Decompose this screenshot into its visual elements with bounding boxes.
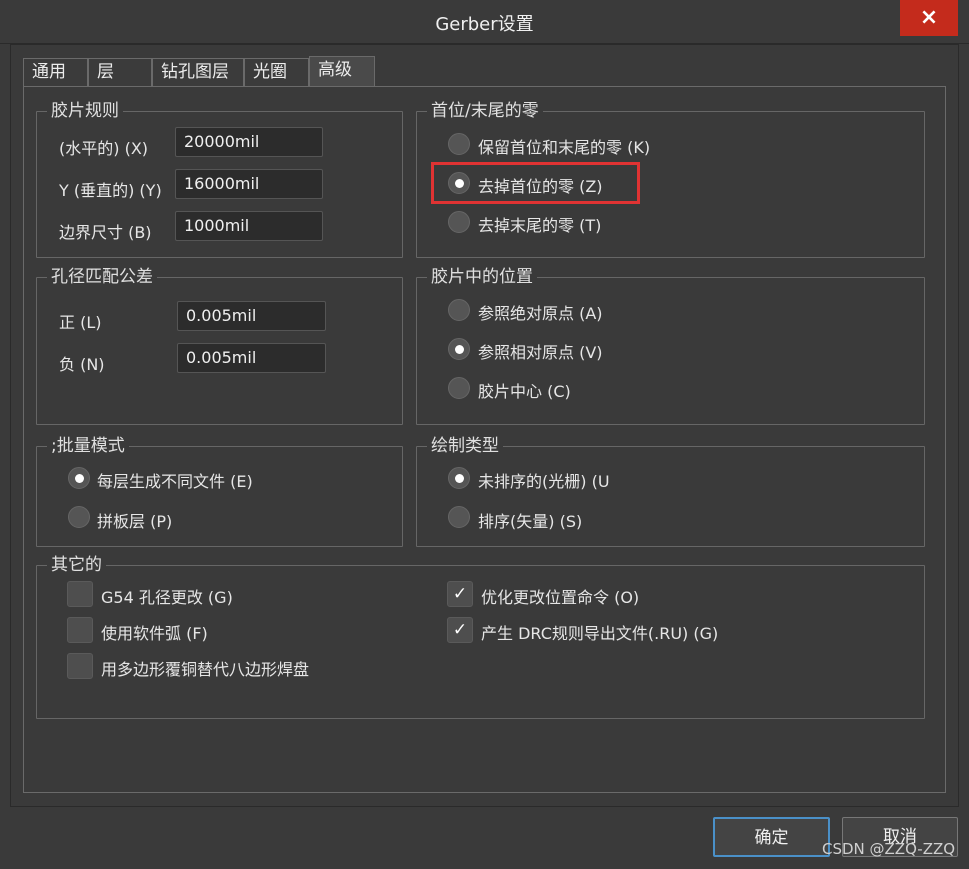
- film-rules-title: 胶片规则: [47, 101, 123, 121]
- film-position-title: 胶片中的位置: [427, 267, 537, 287]
- film-x-label: (水平的) (X): [59, 139, 149, 158]
- g54-label: G54 孔径更改 (G): [101, 588, 233, 607]
- optimize-position-label: 优化更改位置命令 (O): [481, 588, 640, 607]
- sorted-vector-radio[interactable]: [448, 506, 470, 528]
- separate-file-radio[interactable]: [68, 467, 90, 489]
- drc-export-label: 产生 DRC规则导出文件(.RU) (G): [481, 624, 719, 643]
- sorted-vector-label: 排序(矢量) (S): [478, 512, 583, 531]
- polygon-pads-checkbox[interactable]: [67, 653, 93, 679]
- annotation-highlight-box: [431, 162, 640, 204]
- zeros-title: 首位/末尾的零: [427, 101, 543, 121]
- film-center-radio[interactable]: [448, 377, 470, 399]
- film-center-label: 胶片中心 (C): [478, 382, 571, 401]
- tab-apertures[interactable]: 光圈: [244, 58, 309, 86]
- tolerance-minus-input[interactable]: 0.005mil: [177, 343, 326, 373]
- suppress-trailing-radio[interactable]: [448, 211, 470, 233]
- film-y-input[interactable]: 16000mil: [175, 169, 323, 199]
- plot-type-title: 绘制类型: [427, 436, 503, 456]
- batch-mode-title: ;批量模式: [47, 436, 129, 456]
- aperture-tolerance-title: 孔径匹配公差: [47, 267, 157, 287]
- film-x-input[interactable]: 20000mil: [175, 127, 323, 157]
- unsorted-raster-radio[interactable]: [448, 467, 470, 489]
- tab-drill-drawing[interactable]: 钻孔图层: [152, 58, 244, 86]
- check-icon: ✓: [452, 584, 468, 604]
- absolute-origin-radio[interactable]: [448, 299, 470, 321]
- relative-origin-label: 参照相对原点 (V): [478, 343, 603, 362]
- batch-mode-group: ;批量模式: [36, 436, 403, 547]
- border-size-input[interactable]: 1000mil: [175, 211, 323, 241]
- tolerance-plus-label: 正 (L): [59, 313, 102, 332]
- software-arcs-label: 使用软件弧 (F): [101, 624, 208, 643]
- window-title: Gerber设置: [435, 14, 534, 35]
- panelize-radio[interactable]: [68, 506, 90, 528]
- panelize-label: 拼板层 (P): [97, 512, 173, 531]
- tab-general[interactable]: 通用: [23, 58, 88, 86]
- tab-layers[interactable]: 层: [88, 58, 152, 86]
- watermark: CSDN @ZZQ-ZZQ: [822, 840, 956, 858]
- polygon-pads-label: 用多边形覆铜替代八边形焊盘: [101, 660, 310, 679]
- tolerance-minus-label: 负 (N): [59, 355, 105, 374]
- film-y-label: Y (垂直的) (Y): [59, 181, 162, 200]
- separate-file-label: 每层生成不同文件 (E): [97, 472, 253, 491]
- title-bar: Gerber设置 ×: [0, 0, 969, 44]
- unsorted-raster-label: 未排序的(光栅) (U: [478, 472, 610, 491]
- tab-advanced[interactable]: 高级: [309, 56, 375, 87]
- close-icon[interactable]: ×: [900, 0, 958, 36]
- border-size-label: 边界尺寸 (B): [59, 223, 152, 242]
- relative-origin-radio[interactable]: [448, 338, 470, 360]
- optimize-position-checkbox[interactable]: ✓: [447, 581, 473, 607]
- g54-checkbox[interactable]: [67, 581, 93, 607]
- suppress-trailing-label: 去掉末尾的零 (T): [478, 216, 602, 235]
- drc-export-checkbox[interactable]: ✓: [447, 617, 473, 643]
- ok-button[interactable]: 确定: [713, 817, 830, 857]
- other-title: 其它的: [47, 555, 106, 575]
- absolute-origin-label: 参照绝对原点 (A): [478, 304, 603, 323]
- keep-zeros-radio[interactable]: [448, 133, 470, 155]
- check-icon: ✓: [452, 620, 468, 640]
- tolerance-plus-input[interactable]: 0.005mil: [177, 301, 326, 331]
- keep-zeros-label: 保留首位和末尾的零 (K): [478, 138, 651, 157]
- software-arcs-checkbox[interactable]: [67, 617, 93, 643]
